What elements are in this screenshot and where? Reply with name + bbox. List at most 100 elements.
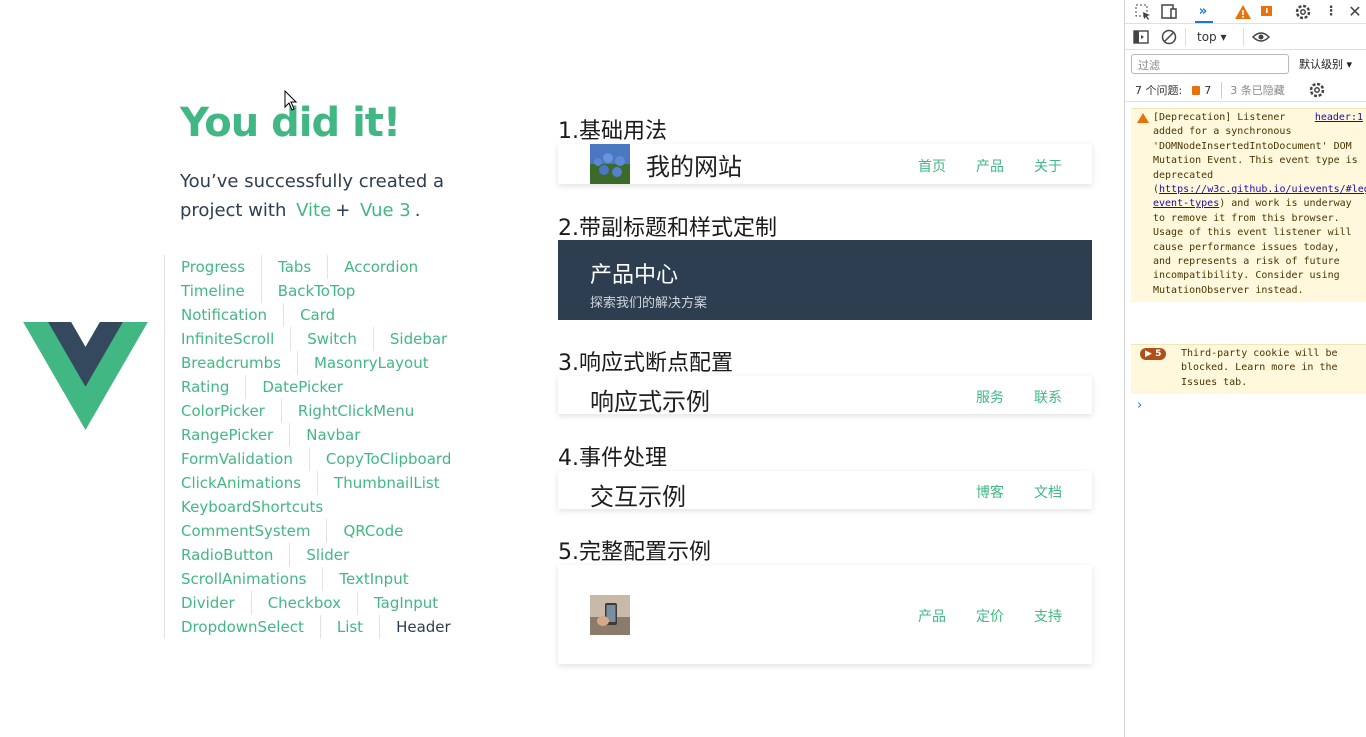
nav-link-rightclickmenu[interactable]: RightClickMenu — [280, 399, 430, 423]
phone-photo-image — [590, 595, 630, 635]
nav-link-textinput[interactable]: TextInput — [322, 567, 424, 591]
nav-link-services[interactable]: 服务 — [976, 387, 1004, 407]
devtools-toolbar: » ⋮ ✕ — [1125, 0, 1366, 24]
nav-link-thumbnaillist[interactable]: ThumbnailList — [317, 471, 456, 495]
nav-link-accordion[interactable]: Accordion — [327, 255, 434, 279]
nav-link-scrollanimations[interactable]: ScrollAnimations — [165, 567, 322, 591]
nav-row: InfiniteScroll Switch Sidebar — [165, 327, 464, 351]
nav-link-docs[interactable]: 文档 — [1034, 482, 1062, 502]
vite-link[interactable]: Vite — [292, 200, 335, 221]
section-title-events: 4.事件处理 — [558, 446, 667, 471]
nav-row: Divider Checkbox TagInput — [165, 591, 464, 615]
brand[interactable]: 响应式示例 — [590, 382, 710, 417]
demo-header-full: 产品 定价 支持 — [558, 565, 1092, 664]
settings-gear-icon[interactable] — [1293, 2, 1313, 22]
nav-link-qrcode[interactable]: QRCode — [326, 519, 419, 543]
inspect-element-icon[interactable] — [1133, 2, 1153, 22]
filter-input[interactable]: 过滤 — [1131, 54, 1289, 74]
nav-row: ScrollAnimations TextInput — [165, 567, 464, 591]
nav-link-list[interactable]: List — [319, 615, 379, 639]
more-tabs-icon[interactable]: » — [1193, 1, 1213, 21]
nav-link-datepicker[interactable]: DatePicker — [245, 375, 359, 399]
nav-link-rangepicker[interactable]: RangePicker — [165, 423, 289, 447]
vue-link[interactable]: Vue 3 — [356, 200, 415, 221]
dropdown-arrow-icon: ▾ — [1346, 58, 1353, 71]
nav-link-switch[interactable]: Switch — [290, 327, 373, 351]
nav-row: Notification Card — [165, 303, 464, 327]
nav-link-navbar[interactable]: Navbar — [289, 423, 376, 447]
source-link[interactable]: header:1 — [1315, 111, 1363, 125]
nav-link-pricing[interactable]: 定价 — [976, 606, 1004, 626]
issues-bar: 7 个问题: 7 3 条已隐藏 — [1125, 78, 1366, 102]
section-title-full: 5.完整配置示例 — [558, 540, 711, 565]
brand-title: 响应式示例 — [590, 388, 710, 416]
filter-bar: 过滤 默认级别 ▾ — [1125, 52, 1366, 76]
brand[interactable] — [590, 595, 646, 635]
nav-link-keyboardshortcuts[interactable]: KeyboardShortcuts — [165, 495, 339, 519]
nav-link-timeline[interactable]: Timeline — [165, 279, 261, 303]
nav-row: RangePicker Navbar — [165, 423, 464, 447]
nav-row: ClickAnimations ThumbnailList — [165, 471, 464, 495]
sidebar-toggle-icon[interactable] — [1131, 27, 1151, 47]
section-title-subtitle: 2.带副标题和样式定制 — [558, 216, 777, 241]
issues-icon[interactable] — [1257, 2, 1277, 22]
nav-link-radiobutton[interactable]: RadioButton — [165, 543, 289, 567]
nav-links: 产品 定价 支持 — [888, 606, 1062, 626]
nav-link-checkbox[interactable]: Checkbox — [250, 591, 357, 615]
nav-link-products[interactable]: 产品 — [918, 606, 946, 626]
demo-header-basic: 我的网站 首页 产品 关于 — [558, 144, 1092, 184]
nav-link-contact[interactable]: 联系 — [1034, 387, 1062, 407]
demo-header-dark: 产品中心 探索我们的解决方案 — [558, 240, 1092, 320]
nav-link-divider[interactable]: Divider — [165, 591, 251, 615]
nav-link-dropdownselect[interactable]: DropdownSelect — [165, 615, 320, 639]
warning-triangle-icon — [1137, 113, 1149, 123]
component-nav: Progress Tabs Accordion Timeline BackToTop No… — [164, 255, 464, 639]
nav-link-masonrylayout[interactable]: MasonryLayout — [296, 351, 445, 375]
nav-link-support[interactable]: 支持 — [1034, 606, 1062, 626]
console-prompt-chevron-icon[interactable]: › — [1137, 398, 1142, 413]
kebab-menu-icon[interactable]: ⋮ — [1321, 1, 1341, 21]
nav-link-notification[interactable]: Notification — [165, 303, 283, 327]
brand[interactable]: 我的网站 — [590, 144, 742, 184]
nav-link-backtotop[interactable]: BackToTop — [260, 279, 372, 303]
eye-icon[interactable] — [1251, 27, 1271, 47]
nav-link-breadcrumbs[interactable]: Breadcrumbs — [165, 351, 297, 375]
log-level-select[interactable]: 默认级别 ▾ — [1299, 56, 1352, 72]
close-icon[interactable]: ✕ — [1345, 1, 1365, 21]
nav-link-copytoclipboard[interactable]: CopyToClipboard — [308, 447, 468, 471]
period: . — [414, 200, 421, 221]
nav-link-rating[interactable]: Rating — [165, 375, 245, 399]
nav-link-sidebar[interactable]: Sidebar — [372, 327, 463, 351]
nav-link-taginput[interactable]: TagInput — [356, 591, 454, 615]
section-title-basic: 1.基础用法 — [558, 119, 667, 144]
vue-logo — [23, 322, 148, 430]
nav-link-colorpicker[interactable]: ColorPicker — [165, 399, 281, 423]
nav-row: Timeline BackToTop — [165, 279, 464, 303]
cookie-warning-message[interactable]: ▶ 5 Third-party cookie will be blocked. … — [1131, 344, 1366, 395]
hidden-count: 3 条已隐藏 — [1221, 82, 1285, 98]
nav-link-progress[interactable]: Progress — [165, 255, 261, 279]
issues-count-badge[interactable]: 7 — [1192, 84, 1211, 97]
nav-link-products[interactable]: 产品 — [976, 156, 1004, 176]
brand[interactable]: 交互示例 — [590, 477, 686, 512]
nav-link-home[interactable]: 首页 — [918, 156, 946, 176]
nav-link-blog[interactable]: 博客 — [976, 482, 1004, 502]
clear-console-icon[interactable] — [1159, 27, 1179, 47]
nav-link-infinitescroll[interactable]: InfiniteScroll — [165, 327, 290, 351]
warning-icon[interactable] — [1233, 2, 1253, 22]
nav-link-slider[interactable]: Slider — [289, 543, 365, 567]
issues-label: 7 个问题: — [1135, 84, 1183, 97]
nav-link-header[interactable]: Header — [379, 615, 467, 639]
console-settings-gear-icon[interactable] — [1307, 80, 1327, 100]
nav-link-tabs[interactable]: Tabs — [261, 255, 327, 279]
mouse-cursor-icon — [284, 90, 298, 111]
nav-link-clickanimations[interactable]: ClickAnimations — [165, 471, 317, 495]
cookie-count-badge[interactable]: ▶ 5 — [1140, 348, 1167, 360]
context-select[interactable]: top ▾ — [1197, 30, 1227, 44]
nav-row: Breadcrumbs MasonryLayout — [165, 351, 464, 375]
nav-link-about[interactable]: 关于 — [1034, 156, 1062, 176]
nav-link-commentsystem[interactable]: CommentSystem — [165, 519, 326, 543]
device-toolbar-icon[interactable] — [1159, 2, 1179, 22]
nav-link-formvalidation[interactable]: FormValidation — [165, 447, 309, 471]
nav-link-card[interactable]: Card — [283, 303, 351, 327]
